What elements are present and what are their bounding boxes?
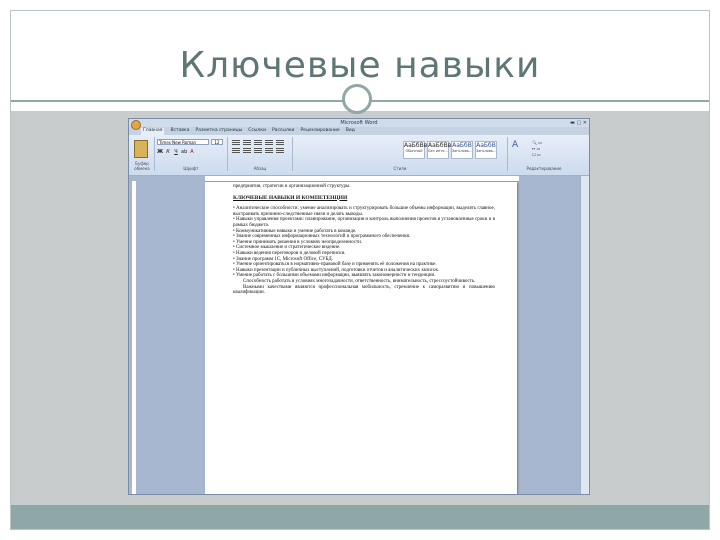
numbering-icon[interactable] — [243, 140, 251, 145]
font-group-label: Шрифт — [183, 166, 199, 171]
doc-paragraph: • Аналитические способности: умение анал… — [233, 206, 495, 217]
office-button-icon[interactable] — [131, 120, 141, 130]
doc-heading: КЛЮЧЕВЫЕ НАВЫКИ И КОМПЕТЕНЦИИ — [233, 194, 348, 201]
vertical-ruler[interactable] — [132, 181, 136, 494]
document-page[interactable]: предприятия, стратегии и организационной… — [205, 182, 517, 494]
tab-mailings[interactable]: Рассылки — [272, 128, 295, 135]
word-screenshot: Microsoft Word ▬ ▢ ✕ Главная Вставка Раз… — [128, 118, 590, 495]
font-group: Times New Roman 12 Ж К Ч ab A Шрифт — [155, 137, 228, 171]
tab-view[interactable]: Вид — [346, 128, 355, 135]
style-normal[interactable]: АаБбВвГ Обычный — [403, 141, 431, 159]
style-heading-2[interactable]: АаБбВ Заголово... — [475, 141, 497, 159]
align-left-icon[interactable] — [232, 148, 240, 153]
style-heading-1[interactable]: АаБбВ Заголово... — [451, 141, 473, 159]
tab-review[interactable]: Рецензирование — [300, 128, 339, 135]
bold-icon[interactable]: Ж — [157, 149, 163, 155]
doc-paragraph: • Навыки управления проектами: планирова… — [233, 217, 495, 228]
indent-icon[interactable] — [265, 140, 273, 145]
bottom-band — [11, 505, 709, 529]
styles-group: АаБбВвГ Обычный АаБбВвГ Без инте... АаБб… — [293, 137, 508, 171]
paragraph-group-label: Абзац — [253, 166, 267, 171]
editing-group-label: Редактирование — [526, 166, 562, 171]
document-text[interactable]: предприятия, стратегии и организационной… — [233, 184, 495, 296]
paste-icon[interactable] — [134, 140, 148, 158]
change-styles-icon[interactable]: A — [512, 140, 518, 150]
tab-insert[interactable]: Вставка — [170, 128, 189, 135]
font-color-icon[interactable]: A — [189, 149, 195, 155]
font-size-select[interactable]: 12 — [211, 139, 223, 145]
paragraph-group: Абзац — [228, 137, 293, 171]
styles-group-label: Стили — [393, 166, 407, 171]
sort-icon[interactable] — [276, 140, 284, 145]
font-name-select[interactable]: Times New Roman — [157, 139, 209, 145]
align-right-icon[interactable] — [254, 148, 262, 153]
tab-references[interactable]: Ссылки — [248, 128, 266, 135]
clipboard-group: Буфер обмена — [130, 137, 155, 171]
doc-first-line: предприятия, стратегии и организационной… — [233, 184, 351, 189]
multilevel-icon[interactable] — [254, 140, 262, 145]
vertical-scrollbar[interactable] — [580, 176, 589, 494]
circle-ornament — [342, 84, 372, 114]
format-buttons: Ж К Ч ab A — [157, 149, 195, 155]
bullets-icon[interactable] — [232, 140, 240, 145]
tab-home[interactable]: Главная — [141, 128, 165, 135]
underline-icon[interactable]: Ч — [173, 149, 179, 155]
editing-group: A 🔍 ▭ ↔ ▭ ☐ ▭ Редактирование — [508, 137, 580, 171]
find-replace-icons[interactable]: 🔍 ▭ ↔ ▭ ☐ ▭ — [532, 140, 542, 158]
doc-paragraph: Важными качествами являются профессионал… — [233, 284, 495, 296]
doc-paragraph: Способность работать в условиях многозад… — [243, 278, 476, 284]
justify-icon[interactable] — [265, 148, 273, 153]
word-title-bar: Microsoft Word — [129, 119, 589, 127]
italic-icon[interactable]: К — [165, 149, 171, 155]
paragraph-icons — [232, 140, 284, 153]
ribbon: Буфер обмена Times New Roman 12 Ж К Ч ab… — [129, 135, 589, 176]
slide-title: Ключевые навыки — [179, 45, 541, 86]
align-center-icon[interactable] — [243, 148, 251, 153]
style-no-spacing[interactable]: АаБбВвГ Без инте... — [427, 141, 455, 159]
strikethrough-icon[interactable]: ab — [181, 149, 187, 155]
ribbon-tabs: Главная Вставка Разметка страницы Ссылки… — [141, 128, 355, 135]
line-spacing-icon[interactable] — [276, 148, 284, 153]
clipboard-group-label: Буфер обмена — [134, 161, 150, 171]
tab-page-layout[interactable]: Разметка страницы — [196, 128, 243, 135]
window-controls-icon[interactable]: ▬ ▢ ✕ — [570, 120, 587, 126]
